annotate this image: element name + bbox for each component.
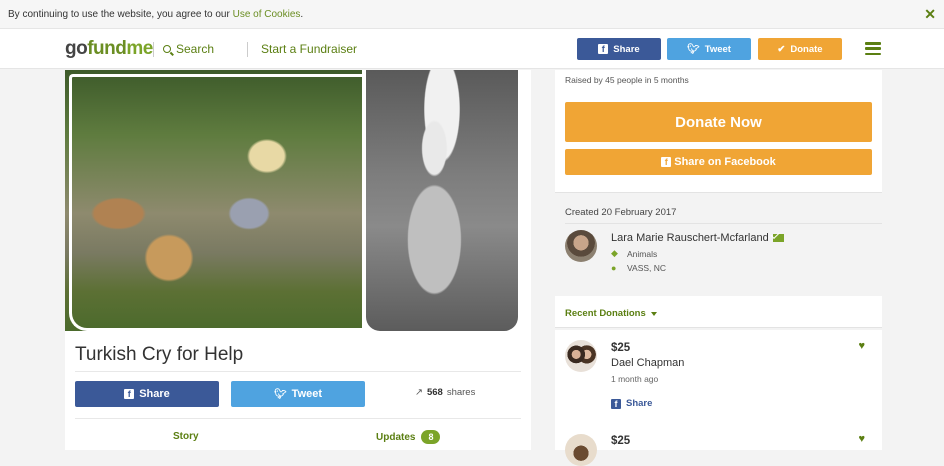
campaign-card: Turkish Cry for Help f Share 🐦︎ Tweet ↗ … (65, 331, 531, 450)
share-button[interactable]: f Share (75, 381, 219, 407)
tweet-button[interactable]: 🐦︎ Tweet (231, 381, 365, 407)
twitter-icon: 🐦︎ (273, 388, 287, 400)
close-icon[interactable]: ✕ (924, 6, 936, 23)
raised-summary: Raised by 45 people in 5 months (565, 75, 689, 85)
check-icon: ✔ (777, 43, 786, 55)
cookie-period: . (300, 9, 304, 20)
campaign-title: Turkish Cry for Help (75, 344, 244, 365)
cookies-link[interactable]: Use of Cookies (233, 9, 301, 20)
header-donate-button[interactable]: ✔ Donate (758, 38, 842, 60)
tab-updates[interactable]: Updates 8 (376, 430, 441, 444)
location-label: VASS, NC (627, 263, 667, 273)
search-icon (163, 45, 171, 53)
cookie-banner: By continuing to use the website, you ag… (0, 0, 944, 29)
search-link[interactable]: Search (163, 42, 214, 56)
gofundme-logo[interactable]: gofundme (65, 38, 153, 60)
heart-icon[interactable]: ♥ (858, 340, 865, 352)
share-count: ↗ 568 shares (415, 387, 475, 398)
site-header: gofundme Search Start a Fundraiser f Sha… (0, 29, 944, 69)
logo-me: me (126, 38, 153, 59)
facebook-icon: f (611, 398, 621, 409)
organizer-section: Created 20 February 2017 Lara Marie Raus… (555, 194, 882, 288)
tab-story[interactable]: Story (173, 431, 199, 442)
envelope-icon[interactable] (772, 234, 784, 242)
recent-donations-dropdown[interactable]: Recent Donations (565, 308, 657, 319)
start-fundraiser-link[interactable]: Start a Fundraiser (261, 42, 357, 56)
menu-icon[interactable] (865, 42, 881, 55)
share-label: Share (139, 388, 170, 400)
photo-frame (69, 74, 362, 331)
campaign-photo (65, 70, 531, 331)
header-donate-label: Donate (790, 43, 823, 55)
created-date: Created 20 February 2017 (565, 207, 677, 218)
organizer-avatar[interactable] (565, 230, 597, 262)
donation-share-label: Share (626, 398, 653, 409)
recent-donations-header[interactable]: Recent Donations (555, 296, 882, 328)
divider (75, 418, 521, 419)
menu-icon-bar (865, 52, 881, 55)
donor-avatar (565, 340, 597, 372)
donate-card: Raised by 45 people in 5 months Donate N… (555, 70, 882, 193)
donation-share-button[interactable]: f Share (611, 398, 652, 409)
updates-count-badge: 8 (421, 430, 441, 444)
share-on-facebook-button[interactable]: f Share on Facebook (565, 149, 872, 175)
photo-woman-with-cats (65, 70, 362, 331)
search-label: Search (176, 42, 215, 56)
share-count-value: 568 (426, 387, 443, 398)
share-on-facebook-label: Share on Facebook (674, 156, 776, 168)
donor-avatar (565, 434, 597, 466)
organizer-name: Lara Marie Rauschert-Mcfarland (611, 232, 769, 244)
photo-portrait-with-cat (366, 70, 518, 331)
header-tweet-button[interactable]: 🐦︎ Tweet (667, 38, 751, 60)
map-pin-icon: ● (611, 263, 617, 273)
header-tweet-label: Tweet (704, 43, 731, 55)
donor-name: Dael Chapman (611, 357, 685, 369)
menu-icon-bar (865, 42, 881, 45)
header-divider (153, 42, 154, 57)
tab-updates-label: Updates (376, 431, 416, 443)
cookie-message: By continuing to use the website, you ag… (8, 9, 233, 20)
tweet-label: Tweet (291, 388, 323, 400)
header-share-button[interactable]: f Share (577, 38, 661, 60)
facebook-icon: f (661, 157, 672, 167)
category-label: Animals (627, 248, 658, 259)
chevron-down-icon (650, 311, 657, 316)
menu-icon-bar (865, 47, 881, 50)
divider (565, 223, 882, 224)
divider (75, 371, 521, 372)
share-count-suffix: shares (446, 387, 476, 398)
twitter-icon: 🐦︎ (687, 43, 700, 55)
facebook-icon: f (124, 389, 135, 399)
trending-icon: ↗ (415, 387, 423, 398)
organizer-location: ● VASS, NC (611, 263, 666, 273)
header-share-label: Share (613, 43, 640, 55)
organizer-name-row[interactable]: Lara Marie Rauschert-Mcfarland (611, 232, 784, 244)
donation-amount: $25 (611, 435, 631, 447)
logo-fund: fund (87, 38, 127, 59)
heart-icon[interactable]: ♥ (858, 433, 865, 445)
facebook-icon: f (598, 44, 609, 54)
donate-now-button[interactable]: Donate Now (565, 102, 872, 142)
tag-icon: ◆ (611, 248, 618, 258)
donation-amount: $25 (611, 342, 631, 354)
organizer-category[interactable]: ◆ Animals (611, 248, 657, 259)
donation-time: 1 month ago (611, 374, 659, 384)
logo-go: go (65, 38, 88, 59)
donations-list: $25 ♥ Dael Chapman 1 month ago f Share $… (555, 330, 882, 466)
cookie-text: By continuing to use the website, you ag… (8, 9, 303, 20)
header-divider-2 (247, 42, 248, 57)
recent-donations-label: Recent Donations (565, 308, 646, 319)
